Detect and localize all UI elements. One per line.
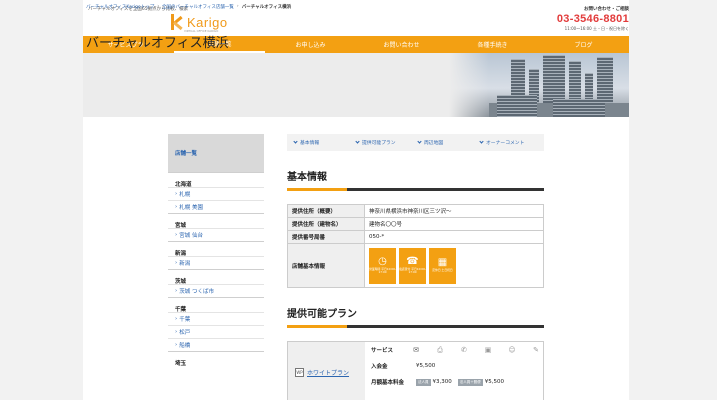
feature-hours: ◷ 営業時間 平日10:00-17:00 — [369, 247, 396, 284]
sidebar-group-chiba: 千葉 千葉 松戸 船橋 — [168, 297, 264, 351]
feature-holiday: ▦ 定休日 土日祝日 — [429, 247, 456, 284]
sidebar-head[interactable]: 店舗一覧 — [168, 134, 264, 172]
anchor-owner-comment[interactable]: オーナーコメント — [473, 139, 535, 146]
plan-card: WP ホワイトプラン サービス ✉ ⎙ ✆ ▣ ☺ ✎ 入会金 ¥5,500 月… — [287, 341, 544, 400]
info-value: ◷ 営業時間 平日10:00-17:00 ☎ 電話受付 平日10:00-17:0… — [364, 243, 544, 288]
price-value: ¥5,500 — [484, 379, 504, 385]
contact-label: お問い合わせ・ご相談 — [584, 7, 629, 12]
table-row: 提供番号局番 050-* — [287, 230, 544, 244]
feature-phone: ☎ 電話受付 平日10:00-17:00 — [399, 247, 426, 284]
nav-contact[interactable]: お問い合わせ — [356, 36, 447, 53]
main-content: 基本情報 提供可能プラン 周辺地図 オーナーコメント 基本情報 提供住所（概要）… — [287, 134, 544, 400]
sidebar-item-chiba[interactable]: 千葉 — [168, 312, 264, 325]
sidebar-item-tsukuba[interactable]: 茨城 つくば市 — [168, 284, 264, 297]
section-rule — [287, 188, 544, 191]
contact-box: お問い合わせ・ご相談 03-3546-8801 11:00〜16:00 土・日・… — [557, 6, 629, 32]
section-title-plans: 提供可能プラン — [287, 309, 357, 320]
person-icon: ☺ — [508, 346, 516, 354]
sidebar-group-miyagi: 宮城 宮城 仙台 — [168, 213, 264, 241]
sidebar-item-funabashi[interactable]: 船橋 — [168, 338, 264, 351]
sidebar-region: 埼玉 — [175, 361, 187, 367]
sidebar-item-matsudo[interactable]: 松戸 — [168, 325, 264, 338]
anchor-nav: 基本情報 提供可能プラン 周辺地図 オーナーコメント — [287, 134, 544, 151]
contact-phone[interactable]: 03-3546-8801 — [557, 13, 629, 25]
page-title: バーチャルオフィス横浜 — [86, 36, 229, 51]
breadcrumb-separator: › — [236, 4, 239, 9]
nav-apply[interactable]: お申し込み — [265, 36, 356, 53]
info-value: 050-* — [364, 230, 544, 244]
breadcrumb-current: バーチャルオフィス横浜 — [241, 5, 292, 10]
sidebar-region: 宮城 — [175, 223, 187, 229]
info-value: 建物名〇〇号 — [364, 217, 544, 231]
chevron-down-icon — [417, 139, 422, 144]
info-key: 提供住所（建物名） — [287, 217, 365, 231]
table-row: 提供住所（概要） 神奈川県横浜市神奈川区三ツ沢〜 — [287, 204, 544, 218]
info-key: 店舗基本情報 — [287, 243, 365, 288]
sidebar-region: 北海道 — [175, 182, 192, 188]
service-icons: ✉ ⎙ ✆ ▣ ☺ ✎ — [409, 346, 543, 355]
clock-icon: ◷ — [378, 255, 387, 267]
info-key: 提供住所（概要） — [287, 204, 365, 218]
monthly-label: 月額基本料金 — [371, 380, 405, 386]
section-title-basic: 基本情報 — [287, 172, 327, 183]
hero-banner — [83, 53, 629, 117]
chevron-down-icon — [479, 139, 484, 144]
anchor-basic-info[interactable]: 基本情報 — [287, 139, 349, 146]
sidebar-region: 新潟 — [175, 251, 187, 257]
plan-name-link[interactable]: ホワイトプラン — [307, 368, 349, 377]
chevron-down-icon — [293, 139, 298, 144]
phone-transfer-icon: ✆ — [461, 346, 467, 354]
info-key: 提供番号局番 — [287, 230, 365, 244]
fax-icon: ⎙ — [437, 345, 443, 354]
price-badge: 法人員＋郵便 — [457, 378, 483, 386]
sidebar-region: 千葉 — [175, 307, 187, 313]
table-row: 店舗基本情報 ◷ 営業時間 平日10:00-17:00 ☎ 電話受付 平日10:… — [287, 243, 544, 288]
service-label: サービス — [371, 348, 394, 354]
room-icon: ▣ — [484, 346, 492, 354]
nav-blog[interactable]: ブログ — [538, 36, 629, 53]
basic-info-table: 提供住所（概要） 神奈川県横浜市神奈川区三ツ沢〜 提供住所（建物名） 建物名〇〇… — [287, 204, 544, 288]
anchor-plans[interactable]: 提供可能プラン — [349, 139, 411, 146]
breadcrumb: バーチャルオフィスKarigoトップ › 全国のバーチャルオフィス店舗一覧 › … — [86, 4, 291, 10]
sidebar-item-sendai[interactable]: 宮城 仙台 — [168, 228, 264, 241]
plan-icon: WP — [295, 367, 304, 377]
logo-text: Karigo — [187, 14, 228, 30]
contact-hours: 11:00〜16:00 土・日・祝日を除く — [564, 26, 629, 31]
breadcrumb-home[interactable]: バーチャルオフィスKarigoトップ — [86, 4, 154, 10]
mail-icon: ✉ — [413, 346, 419, 354]
price-value: ¥3,300 — [432, 379, 452, 385]
sidebar-group-ibaraki: 茨城 茨城 つくば市 — [168, 269, 264, 297]
sidebar-group-hokkaido: 北海道 札幌 札幌 美園 — [168, 172, 264, 213]
phone-icon: ☎ — [406, 255, 419, 267]
sidebar-item-niigata[interactable]: 新潟 — [168, 256, 264, 269]
plan-services-row: サービス ✉ ⎙ ✆ ▣ ☺ ✎ — [371, 342, 543, 358]
logo-mark-icon — [170, 13, 184, 31]
city-skyline-image — [449, 53, 629, 117]
plan-monthly-row: 月額基本料金 法人員 ¥3,300 法人員＋郵便 ¥5,500 — [371, 374, 543, 390]
calendar-icon: ▦ — [437, 257, 448, 269]
nav-procedures[interactable]: 各種手続き — [447, 36, 538, 53]
section-rule — [287, 325, 544, 328]
entry-label: 入会金 — [371, 364, 388, 370]
sidebar-item-sapporo-misono[interactable]: 札幌 美園 — [168, 200, 264, 213]
feature-badges: ◷ 営業時間 平日10:00-17:00 ☎ 電話受付 平日10:00-17:0… — [369, 247, 539, 284]
info-value: 神奈川県横浜市神奈川区三ツ沢〜 — [364, 204, 544, 218]
price-badge: 法人員 — [416, 378, 431, 386]
secretary-icon: ✎ — [533, 346, 539, 354]
entry-fee: ¥5,500 — [416, 363, 436, 369]
sidebar: 店舗一覧 北海道 札幌 札幌 美園 宮城 宮城 仙台 新潟 新潟 茨城 茨城 つ… — [168, 134, 264, 400]
plan-header: WP ホワイトプラン — [288, 342, 365, 400]
sidebar-group-niigata: 新潟 新潟 — [168, 241, 264, 269]
plan-entry-row: 入会金 ¥5,500 — [371, 358, 543, 374]
sidebar-item-sapporo[interactable]: 札幌 — [168, 187, 264, 200]
plan-details: サービス ✉ ⎙ ✆ ▣ ☺ ✎ 入会金 ¥5,500 月額基本料金 法人員 ¥… — [371, 342, 543, 390]
breadcrumb-separator: › — [157, 4, 160, 9]
sidebar-region: 茨城 — [175, 279, 187, 285]
anchor-map[interactable]: 周辺地図 — [411, 139, 473, 146]
breadcrumb-store-list[interactable]: 全国のバーチャルオフィス店舗一覧 — [162, 4, 234, 10]
table-row: 提供住所（建物名） 建物名〇〇号 — [287, 217, 544, 231]
chevron-down-icon — [355, 139, 360, 144]
sidebar-group-saitama: 埼玉 — [168, 351, 264, 367]
